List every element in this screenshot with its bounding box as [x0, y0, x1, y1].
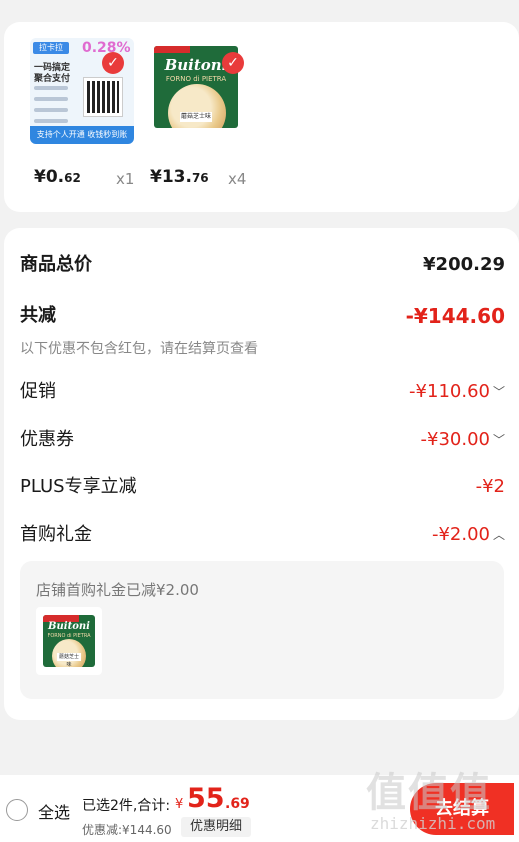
first-purchase-gift-row[interactable]: 首购礼金 -¥2.00 ︿	[20, 520, 505, 550]
coupon-label: 优惠券	[20, 429, 74, 450]
total-price-value: ¥200.29	[423, 254, 505, 275]
item-quantity: x4	[228, 170, 247, 188]
chevron-down-icon[interactable]: ﹀	[493, 377, 505, 407]
thumb-line: 聚合支付	[34, 74, 71, 84]
chevron-up-icon[interactable]: ︿	[493, 520, 505, 550]
gift-detail-text: 店铺首购礼金已减¥2.00	[36, 581, 199, 599]
price-summary-card: 商品总价 ¥200.29 共减 -¥144.60 以下优惠不包含红包，请在结算页…	[4, 228, 519, 720]
coupon-row[interactable]: 优惠券 -¥30.00 ﹀	[20, 425, 505, 455]
total-price-label: 商品总价	[20, 254, 92, 275]
checkout-button[interactable]: 去结算	[410, 783, 514, 835]
flavor-label: 蘑菇芝士味	[57, 653, 81, 667]
promotion-row[interactable]: 促销 -¥110.60 ﹀	[20, 377, 505, 407]
total-reduction-label: 共减	[20, 305, 56, 326]
selected-count-text: 已选2件,合计:	[82, 798, 171, 814]
brand-logo: 拉卡拉	[33, 42, 69, 54]
item-price: ¥0.62	[34, 167, 81, 187]
gift-product-thumbnail[interactable]: Buitoni FORNO di PIETRA 蘑菇芝士味	[36, 607, 102, 675]
discount-total-text: 优惠减:¥144.60	[82, 823, 172, 837]
gift-detail-panel: 店铺首购礼金已减¥2.00 Buitoni FORNO di PIETRA 蘑菇…	[20, 561, 504, 699]
cart-item-pizza[interactable]: Buitoni FORNO di PIETRA 蘑菇芝士味 ✓ ¥13.76 x…	[148, 22, 258, 202]
first-purchase-gift-value: -¥2.00 ︿	[432, 520, 505, 550]
thumb-banner: 支持个人开通 收钱秒到账	[30, 126, 134, 144]
checkout-bar: 全选 已选2件,合计: ¥ 55 .69 优惠减:¥144.60 优惠明细 去结…	[0, 775, 519, 842]
chevron-down-icon[interactable]: ﹀	[493, 425, 505, 455]
total-amount-decimal: .69	[225, 796, 250, 812]
discount-detail-button[interactable]: 优惠明细	[181, 817, 251, 837]
plus-discount-row: PLUS专享立减 -¥2	[20, 472, 505, 502]
select-all-label[interactable]: 全选	[38, 799, 70, 823]
plus-discount-value: -¥2	[475, 476, 505, 497]
cart-item-payment[interactable]: 拉卡拉 0.28% 一码搞定 聚合支付 支持个人开通 收钱秒到账 ✓ ¥0.62…	[30, 22, 140, 202]
total-reduction-value: -¥144.60	[405, 304, 505, 328]
cart-items-card: 拉卡拉 0.28% 一码搞定 聚合支付 支持个人开通 收钱秒到账 ✓ ¥0.62…	[4, 22, 519, 212]
pizza-box-image: Buitoni FORNO di PIETRA 蘑菇芝士味	[43, 615, 95, 667]
promotion-value: -¥110.60 ﹀	[409, 377, 505, 407]
brand-text: Buitoni	[48, 621, 90, 632]
coupon-value: -¥30.00 ﹀	[421, 425, 506, 455]
promotion-label: 促销	[20, 381, 56, 402]
total-currency: ¥	[175, 797, 184, 812]
total-price-row: 商品总价 ¥200.29	[20, 250, 505, 280]
item-price: ¥13.76	[150, 167, 209, 187]
total-amount-integer: 55	[187, 783, 225, 814]
item-quantity: x1	[116, 170, 135, 188]
check-icon[interactable]: ✓	[222, 52, 244, 74]
total-reduction-row: 共减 -¥144.60	[20, 301, 505, 331]
pizza-tag	[154, 46, 190, 53]
qr-code-image	[83, 77, 123, 117]
first-purchase-gift-label: 首购礼金	[20, 524, 92, 545]
brand-sub-text: FORNO di PIETRA	[165, 75, 227, 83]
plus-discount-label: PLUS专享立减	[20, 476, 137, 497]
check-icon[interactable]: ✓	[102, 52, 124, 74]
select-all-radio[interactable]	[6, 799, 28, 821]
flavor-label: 蘑菇芝士味	[180, 112, 212, 122]
discount-note: 以下优惠不包含红包，请在结算页查看	[20, 341, 258, 357]
